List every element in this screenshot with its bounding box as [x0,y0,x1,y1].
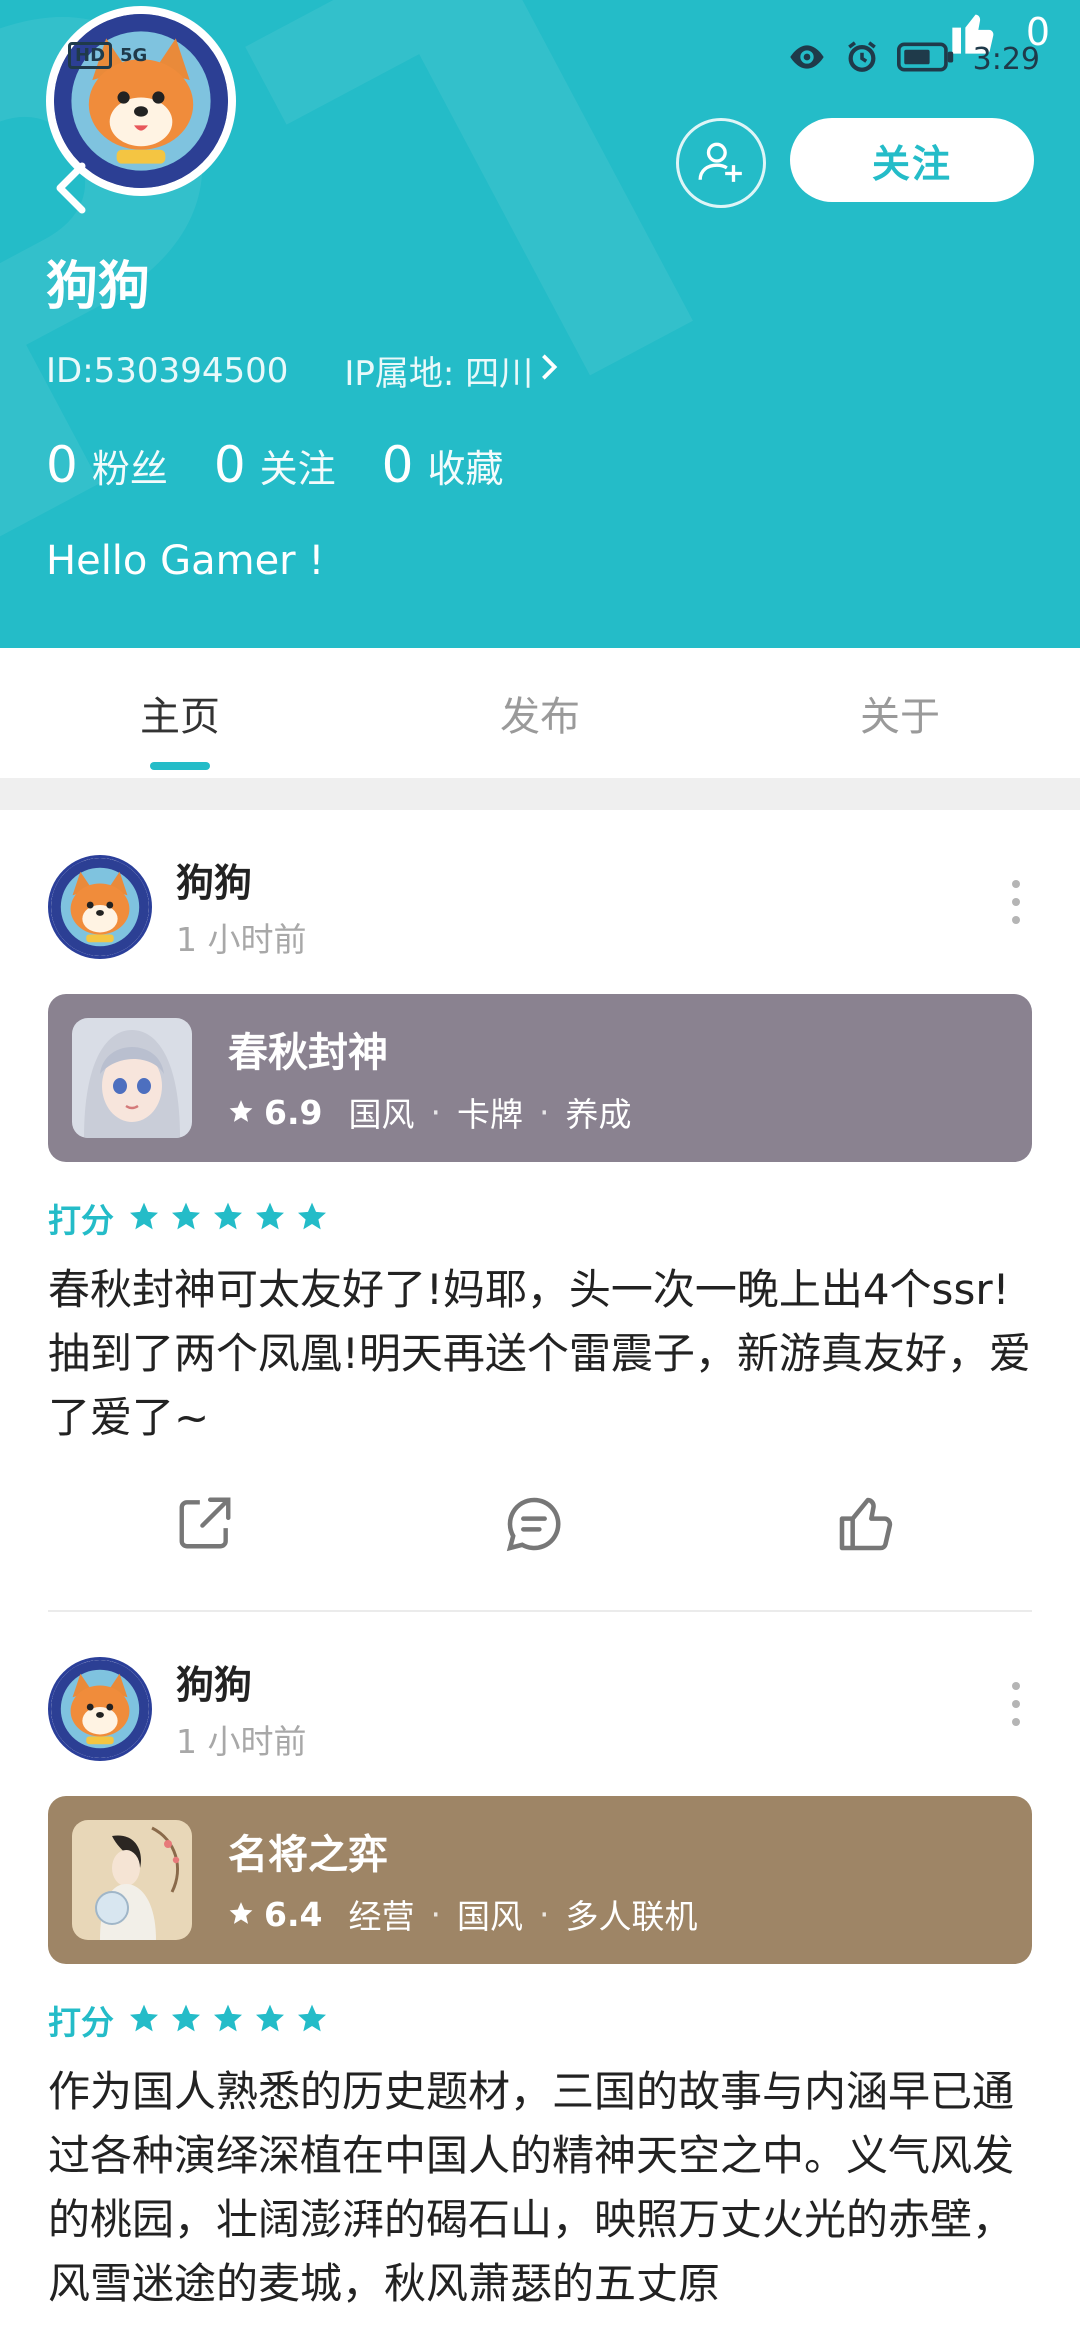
game-card[interactable]: 春秋封神 6.9 国风 · 卡牌 · 养成 [48,994,1032,1162]
game-card[interactable]: 名将之弈 6.4 经营 · 国风 · 多人联机 [48,1796,1032,1964]
profile-id: ID:530394500 [46,350,289,391]
star-icon [212,1200,244,1236]
chevron-right-icon [539,351,559,391]
star-icon [228,1093,254,1132]
network-5g-label: 5G [120,45,148,66]
post-text: 作为国人熟悉的历史题材，三国的故事与内涵早已通过各种演绎深植在中国人的精神天空之… [48,2067,1015,2308]
post-header: 狗狗 1 小时前 [48,1654,307,1763]
tab-home[interactable]: 主页 [0,648,360,778]
star-icon [212,2002,244,2038]
post-time: 1 小时前 [176,1722,307,1761]
post-author: 狗狗 [176,861,253,905]
stat-label: 粉丝 [91,447,168,491]
star-icon [254,2002,286,2038]
game-title: 春秋封神 [228,1030,388,1076]
tag-separator: · [430,1092,441,1132]
post-author: 狗狗 [176,1663,253,1707]
game-tag: 多人联机 [565,1897,698,1936]
rating-stars [128,1200,328,1236]
game-title: 名将之弈 [228,1832,388,1878]
share-icon [174,1497,236,1558]
battery-icon [896,42,955,76]
profile-tabs: 主页 发布 关于 [0,648,1080,778]
add-friend-button[interactable] [676,118,766,208]
profile-bio: Hello Gamer ! [46,538,325,584]
stat-number: 0 [213,436,246,494]
more-options-icon[interactable] [1012,1682,1020,1726]
profile-stats: 0 粉丝 0 关注 0 收藏 [46,436,503,494]
tag-separator: · [430,1894,441,1934]
game-thumbnail [72,1018,192,1138]
rating-label: 打分 [48,1201,114,1240]
signal-indicators: HD 5G [68,42,147,69]
stat-label: 关注 [259,447,336,491]
stat-number: 0 [381,436,414,494]
stat-number: 0 [46,436,78,494]
game-tag: 国风 [456,1897,523,1936]
profile-nickname: 狗狗 [46,257,151,317]
like-button[interactable] [834,1492,898,1560]
tag-separator: · [538,1894,550,1934]
tag-separator: · [538,1092,550,1132]
post-card: 狗狗 1 小时前 名将之弈 6.4 经营 · 国风 · 多人联机 打分 作为国人… [0,1654,1080,2340]
game-thumbnail [72,1820,192,1940]
back-arrow-icon[interactable] [50,160,90,220]
game-tag: 养成 [565,1095,632,1134]
rating-stars [128,2002,328,2038]
hd-badge: HD [68,42,113,69]
rating-row: 打分 [48,1194,328,1242]
post-card: 狗狗 1 小时前 春秋封神 6.9 国风 · 卡牌 · 养成 打分 春秋封神可太… [0,852,1080,1612]
tab-posts[interactable]: 发布 [360,648,720,778]
post-divider [48,1610,1032,1612]
ip-location-link[interactable]: IP属地: 四川 [344,346,559,395]
section-divider [0,778,1080,810]
eye-icon [787,42,827,76]
star-icon [128,2002,160,2038]
author-avatar[interactable] [48,1656,152,1761]
game-tag: 国风 [348,1095,415,1134]
comment-button[interactable] [502,1492,566,1560]
game-score: 6.4 [264,1894,323,1934]
tab-about[interactable]: 关于 [720,648,1080,778]
alarm-icon [845,40,879,78]
status-time: 3:29 [972,41,1040,77]
profile-header: P T 0 3:29 HD 5G 关注 狗狗 ID:530394500 IP属地… [0,0,1080,648]
more-options-icon[interactable] [1012,880,1020,924]
profile-id-row: ID:530394500 IP属地: 四川 [46,346,559,395]
star-icon [296,1200,328,1236]
comment-icon [502,1497,566,1560]
ip-location: IP属地: 四川 [344,354,534,394]
post-time: 1 小时前 [176,920,307,959]
stat-label: 收藏 [427,447,504,491]
add-user-icon [696,136,746,190]
author-avatar[interactable] [48,854,152,959]
game-tag: 经营 [348,1897,415,1936]
stat-following[interactable]: 0 关注 [214,436,336,494]
post-actions [0,1492,1080,1592]
follow-button[interactable]: 关注 [790,118,1034,202]
game-tag: 卡牌 [456,1095,523,1134]
game-score: 6.9 [264,1092,323,1132]
post-header: 狗狗 1 小时前 [48,852,307,961]
thumb-up-icon [834,1497,898,1560]
star-icon [170,2002,202,2038]
star-icon [128,1200,160,1236]
post-text: 春秋封神可太友好了!妈耶，头一次一晚上出4个ssr!抽到了两个凤凰!明天再送个雷… [48,1265,1031,1442]
star-icon [296,2002,328,2038]
stat-fans[interactable]: 0 粉丝 [46,436,168,494]
rating-row: 打分 [48,1996,328,2044]
star-icon [228,1895,254,1934]
star-icon [254,1200,286,1236]
rating-label: 打分 [48,2003,114,2042]
stat-favorites[interactable]: 0 收藏 [382,436,504,494]
star-icon [170,1200,202,1236]
share-button[interactable] [174,1492,236,1558]
